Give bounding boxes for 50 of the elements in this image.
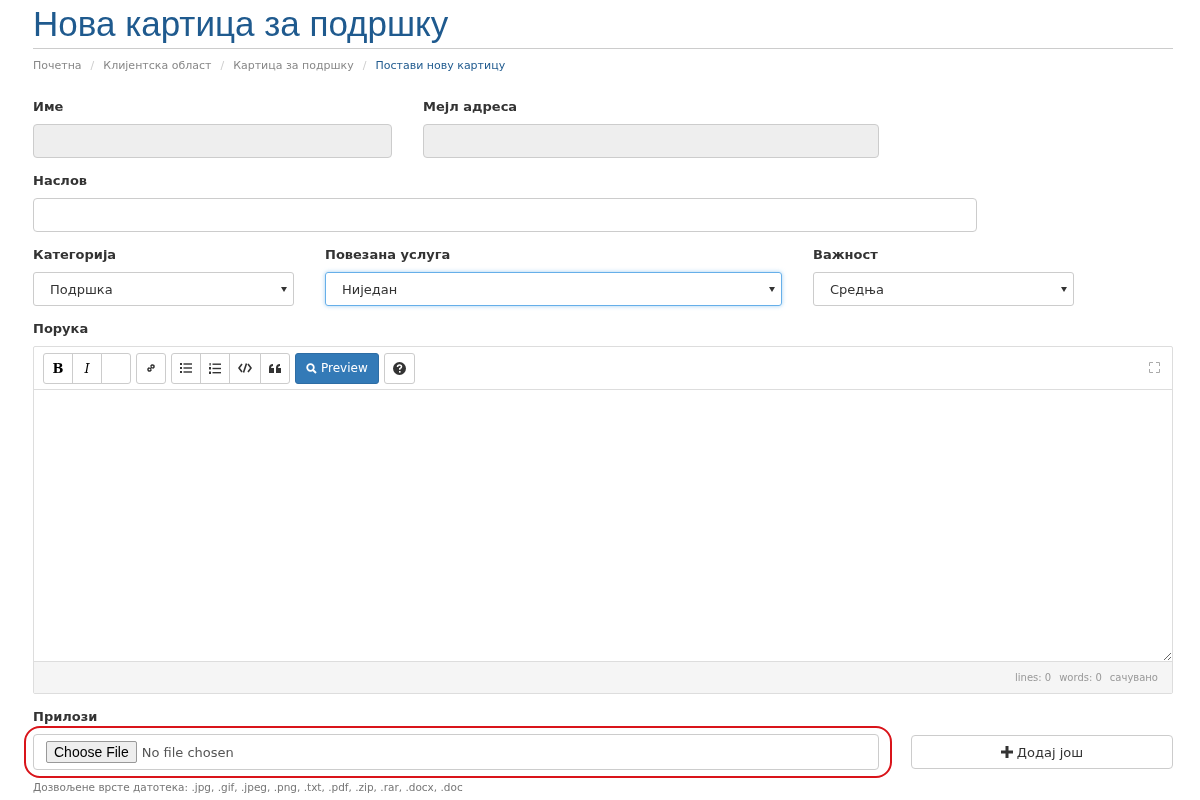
add-more-button[interactable]: Додај још [911,735,1173,769]
preview-button[interactable]: Preview [295,352,379,384]
category-label: Категорија [33,246,118,264]
subject-field[interactable] [33,198,977,232]
related-service-label: Повезана услуга [325,246,452,264]
code-button[interactable] [229,352,261,384]
fullscreen-icon [1149,362,1160,373]
related-service-select[interactable]: Ниједан [325,272,782,306]
italic-button[interactable]: I [72,352,102,384]
quote-icon [269,363,281,373]
breadcrumb-separator: / [220,59,225,72]
status-text: words: 0 [1059,672,1102,683]
email-label: Мејл адреса [423,98,519,116]
breadcrumb-link[interactable]: Картица за подршку [233,59,354,72]
subject-label: Наслов [33,172,89,190]
breadcrumb-separator: / [362,59,367,72]
breadcrumb-link[interactable]: Клијентска област [103,59,212,72]
quote-button[interactable] [260,352,290,384]
message-editor[interactable]: B I Preview lines: 0 words: 0 сачувано [33,346,1173,694]
attachments-label: Прилози [33,708,99,726]
plus-icon [1000,746,1013,758]
file-status-text: No file chosen [141,744,234,760]
breadcrumb-link[interactable]: Почетна [33,59,82,72]
breadcrumb-current: Постави нову картицу [375,59,506,72]
numbered-list-icon [209,362,221,374]
priority-label: Важност [813,246,879,264]
allowed-file-types-text: Дозвољене врсте датотека: .jpg, .gif, .jpeg, .png, .txt, .pdf, .zip, .rar, .docx, .doc [33,781,464,793]
caret-icon [769,286,775,292]
file-input-field[interactable]: Choose File No file chosen [33,734,879,770]
choose-file-button[interactable]: Choose File [46,741,137,763]
link-button[interactable] [136,352,166,384]
help-icon [392,361,406,375]
link-icon [145,362,157,374]
page-title: Нова картица за подршку [33,3,450,45]
code-icon [238,363,252,373]
bold-button[interactable]: B [43,352,73,384]
message-label: Порука [33,320,90,338]
caret-icon [1061,286,1067,292]
category-select[interactable]: Подршка [33,272,294,306]
caret-icon [281,286,287,292]
search-icon [306,362,317,374]
bulleted-list-button[interactable] [171,352,201,384]
bulleted-list-icon [180,363,192,373]
help-button[interactable] [383,352,415,384]
status-text: сачувано [1109,672,1158,683]
status-text: lines: 0 [1015,672,1052,683]
priority-select[interactable]: Средња [813,272,1074,306]
name-label: Име [33,98,65,116]
breadcrumb-separator: / [90,59,95,72]
numbered-list-button[interactable] [200,352,230,384]
